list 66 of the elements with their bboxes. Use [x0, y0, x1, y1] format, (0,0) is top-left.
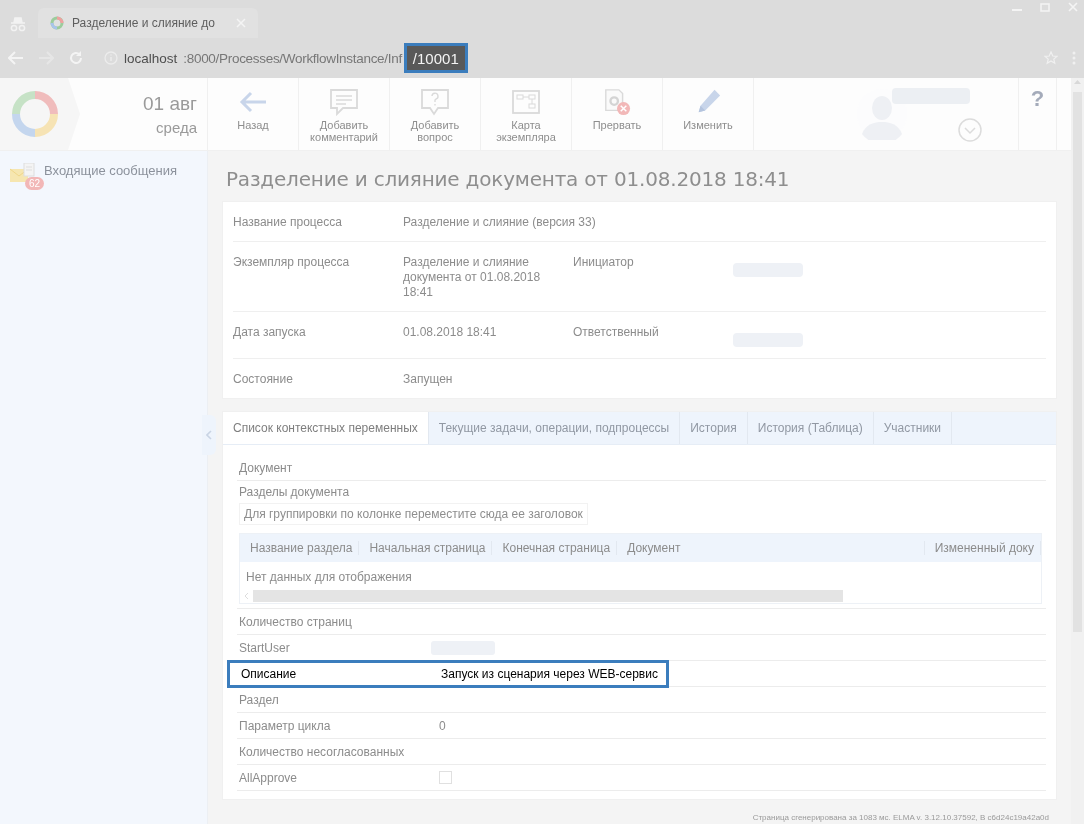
tab[interactable]: Список контекстных переменных [223, 412, 429, 444]
weekday-text: среда [155, 118, 197, 136]
favicon-icon [50, 16, 64, 30]
checkbox[interactable] [439, 771, 452, 784]
variable-label: StartUser [238, 640, 291, 655]
field-label: Дата запуска [233, 325, 307, 341]
column-header[interactable]: Измененный доку [924, 541, 1041, 555]
diagram-icon [511, 88, 541, 116]
column-header[interactable]: Начальная страница [359, 541, 493, 555]
toolbar-button[interactable]: Изменить [663, 78, 754, 150]
variable-label: Раздел [238, 692, 280, 707]
tab-title: Разделение и слияние до [72, 16, 216, 30]
variable-value: 0 [439, 718, 446, 733]
logo-icon[interactable] [12, 91, 58, 137]
variable-label: Количество несогласованных [238, 744, 406, 759]
column-header[interactable]: Название раздела [240, 541, 360, 555]
mail-icon [10, 163, 38, 185]
field-label: Инициатор [573, 255, 635, 271]
back-icon[interactable] [8, 51, 24, 65]
reload-icon[interactable] [68, 50, 84, 66]
field-label: Ответственный [573, 325, 660, 341]
url-host: localhost [124, 50, 178, 66]
tab[interactable]: Текущие задачи, операции, подпроцессы [428, 412, 681, 444]
variable-label: AllApprove [238, 770, 299, 785]
field-label: Состояние [233, 372, 294, 387]
comment-icon [329, 88, 359, 116]
empty-message: Нет данных для отображения [245, 569, 413, 586]
tab[interactable]: История (Таблица) [747, 412, 874, 444]
field-label: Название процесса [233, 215, 343, 230]
browser-tab[interactable]: Разделение и слияние до [38, 8, 258, 38]
column-header[interactable]: Документ [617, 541, 925, 555]
url-path: :8000/Processes/WorkflowInstance/Inf [183, 50, 402, 66]
variable-label: Документ [238, 460, 294, 475]
field-value: Разделение и слияние (версия 33) [403, 215, 597, 230]
tab[interactable]: Участники [873, 412, 953, 444]
variable-label: Описание [240, 666, 298, 681]
toolbar-button[interactable]: Добавить комментарий [299, 78, 390, 150]
field-value: Разделение и слияние документа от 01.08.2018 18:41 [403, 255, 542, 300]
tab[interactable]: История [680, 412, 748, 444]
collapse-handle[interactable] [202, 415, 216, 455]
toolbar-button[interactable]: Прервать [572, 78, 663, 150]
count-badge: 62 [25, 177, 45, 190]
toolbar-button[interactable]: Добавить вопрос [390, 78, 481, 150]
field-label: Экземпляр процесса [233, 255, 351, 271]
group-drop-area[interactable]: Для группировки по колонке переместите сюда ее заголовок [239, 503, 588, 525]
field-value: Запущен [403, 372, 454, 387]
dropdown-icon[interactable] [958, 118, 982, 142]
question-bubble-icon [420, 88, 450, 116]
sidebar-item[interactable]: Входящие сообщения [44, 163, 178, 178]
column-header[interactable]: Конечная страница [492, 541, 618, 555]
variable-value: Запуск из сценария через WEB-сервис [441, 666, 658, 681]
field-value: 01.08.2018 18:41 [403, 325, 498, 341]
scroll-arrow-icon[interactable] [1073, 78, 1082, 86]
variable-label: Количество страниц [238, 614, 353, 629]
footer-text: Страница сгенерирована за 1083 мс. ELMA v. 3.12.10.37592, B c6d24c19a42a0d [751, 812, 1050, 824]
page-title: Разделение и слияние документа от 01.08.2018 18:41 [226, 167, 791, 191]
variable-label: Разделы документа [239, 485, 351, 499]
variable-label: Параметр цикла [238, 718, 332, 733]
address-bar[interactable]: localhost :8000/Processes/WorkflowInstance/Inf /10001 [98, 41, 1030, 75]
help-button[interactable]: ? [1019, 78, 1057, 150]
document-cancel-icon [602, 88, 632, 116]
toolbar-button[interactable]: Назад [208, 78, 299, 150]
date-text: 01 авг [143, 92, 197, 115]
close-icon[interactable] [1068, 2, 1078, 12]
toolbar-button[interactable]: Карта экземпляра [481, 78, 572, 150]
url-id: /10001 [403, 43, 468, 73]
